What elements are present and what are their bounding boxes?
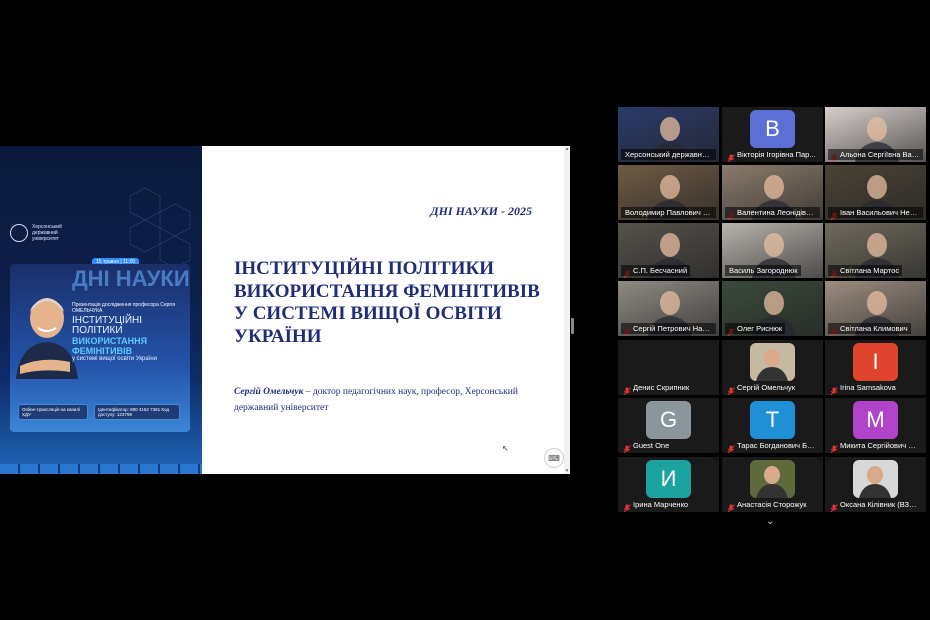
- participant-tile[interactable]: Сергій Петрович Наза...: [618, 281, 719, 336]
- participant-tile[interactable]: Світлана Мартос: [825, 223, 926, 278]
- participant-tile[interactable]: Денис Скрипник: [618, 340, 719, 395]
- participant-tile[interactable]: С.П. Бесчасний: [618, 223, 719, 278]
- participant-name: Микита Сергійович Ш...: [840, 441, 922, 450]
- participant-avatar-photo: [750, 343, 795, 381]
- participant-tile[interactable]: G Guest One: [618, 398, 719, 453]
- participant-tile[interactable]: Світлана Климович: [825, 281, 926, 336]
- participant-tile[interactable]: Анастасія Сторожук: [722, 457, 823, 512]
- author-name: Сергій Омельчук: [234, 387, 304, 397]
- participant-name: Ірина Марченко: [633, 500, 689, 509]
- slide-scrollbar[interactable]: ▲ ▼: [564, 146, 570, 474]
- participant-tile[interactable]: В Вікторія Ігорівна Пар...: [722, 107, 823, 162]
- mouse-cursor-icon: ↖: [502, 444, 509, 453]
- participant-tile[interactable]: Оксана Кілівник (ВЗЯ...: [825, 457, 926, 512]
- youtube-chip: Online-трансляція на каналі ХДУ: [18, 404, 88, 420]
- presentation-slide: ДНІ НАУКИ - 2025 ІНСТИТУЦІЙНІ ПОЛІТИКИ В…: [202, 146, 570, 474]
- participant-tile[interactable]: Олег Риснюк: [722, 281, 823, 336]
- participant-tile[interactable]: Альона Сергіївна Вал...: [825, 107, 926, 162]
- chevron-down-icon[interactable]: ⌄: [766, 516, 774, 527]
- participant-tile[interactable]: Сергій Омельчук: [722, 340, 823, 395]
- slide-title: ІНСТИТУЦІЙНІ ПОЛІТИКИ ВИКОРИСТАННЯ ФЕМІН…: [234, 258, 540, 347]
- event-poster: Херсонський державний університет 15 тра…: [0, 146, 202, 474]
- participant-name: Сергій Петрович Наза...: [621, 323, 716, 334]
- participant-name: Олег Риснюк: [725, 323, 786, 334]
- participant-tile[interactable]: Іван Васильович Нем...: [825, 165, 926, 220]
- shared-screen: Херсонський державний університет 15 тра…: [0, 146, 570, 474]
- view-splitter-handle[interactable]: [571, 318, 574, 334]
- participant-avatar: I: [853, 343, 898, 381]
- keyboard-icon[interactable]: ⌨: [544, 448, 564, 468]
- poster-stripe: [0, 464, 202, 474]
- participant-tile[interactable]: И Ірина Марченко: [618, 457, 719, 512]
- participant-name: Guest One: [633, 441, 670, 450]
- participant-avatar: И: [646, 460, 691, 498]
- poster-big-word: ДНІ НАУКИ: [72, 266, 190, 291]
- participant-name: Irina Samsakova: [840, 383, 896, 392]
- participant-tile[interactable]: Василь Загороднюк: [722, 223, 823, 278]
- participant-name: Світлана Климович: [828, 323, 911, 334]
- participant-gallery: Херсонський державний ... В Вікторія Ігорі…: [618, 107, 928, 517]
- participant-name: Володимир Павлович Ол...: [621, 207, 716, 218]
- participant-tile[interactable]: T Тарас Богданович Бог...: [722, 398, 823, 453]
- participant-avatar-photo: [853, 460, 898, 498]
- poster-title-line1: ІНСТИТУЦІЙНІ ПОЛІТИКИ: [72, 315, 143, 336]
- participant-avatar: В: [750, 110, 795, 148]
- poster-title-line2: ВИКОРИСТАННЯ ФЕМІНІТИВІВ: [72, 336, 148, 356]
- participant-name: Оксана Кілівник (ВЗЯ...: [840, 500, 921, 509]
- participant-tile[interactable]: Херсонський державний ...: [618, 107, 719, 162]
- participant-name: Херсонський державний ...: [621, 149, 716, 160]
- participant-name: Іван Васильович Нем...: [828, 207, 923, 218]
- participant-tile[interactable]: Валентина Леонідівна...: [722, 165, 823, 220]
- participant-avatar: M: [853, 401, 898, 439]
- university-name: Херсонський державний університет: [32, 224, 62, 242]
- scroll-down-icon[interactable]: ▼: [564, 468, 570, 474]
- participant-name: Василь Загороднюк: [725, 265, 801, 276]
- participant-name: Валентина Леонідівна...: [725, 207, 820, 218]
- poster-card: ДНІ НАУКИ Презентація дослідження профес…: [10, 264, 190, 432]
- participant-tile[interactable]: Володимир Павлович Ол...: [618, 165, 719, 220]
- participant-avatar-photo: [750, 460, 795, 498]
- participant-tile[interactable]: M Микита Сергійович Ш...: [825, 398, 926, 453]
- participant-name: Світлана Мартос: [828, 265, 903, 276]
- participant-name: Тарас Богданович Бог...: [737, 441, 820, 450]
- participant-name: Альона Сергіївна Вал...: [828, 149, 923, 160]
- participant-name: Денис Скрипник: [633, 383, 690, 392]
- zoom-chip: Ідентифікатор: 880 4162 7361 Код доступу…: [94, 404, 180, 420]
- participant-avatar: G: [646, 401, 691, 439]
- scroll-up-icon[interactable]: ▲: [564, 146, 570, 152]
- participant-name: Анастасія Сторожук: [737, 500, 807, 509]
- participant-name: С.П. Бесчасний: [621, 265, 691, 276]
- university-logo: Херсонський державний університет: [10, 224, 92, 242]
- slide-event-label: ДНІ НАУКИ - 2025: [430, 204, 532, 218]
- university-emblem-icon: [10, 224, 28, 242]
- participant-avatar: T: [750, 401, 795, 439]
- slide-author: Сергій Омельчук – доктор педагогічних на…: [234, 384, 534, 416]
- poster-title-line3: у системі вищої освіти України: [72, 356, 158, 362]
- participant-tile[interactable]: I Irina Samsakova: [825, 340, 926, 395]
- participant-name: Вікторія Ігорівна Пар...: [737, 150, 816, 159]
- participant-name: Сергій Омельчук: [737, 383, 796, 392]
- presentation-line: Презентація дослідження професора Сергія…: [72, 302, 176, 314]
